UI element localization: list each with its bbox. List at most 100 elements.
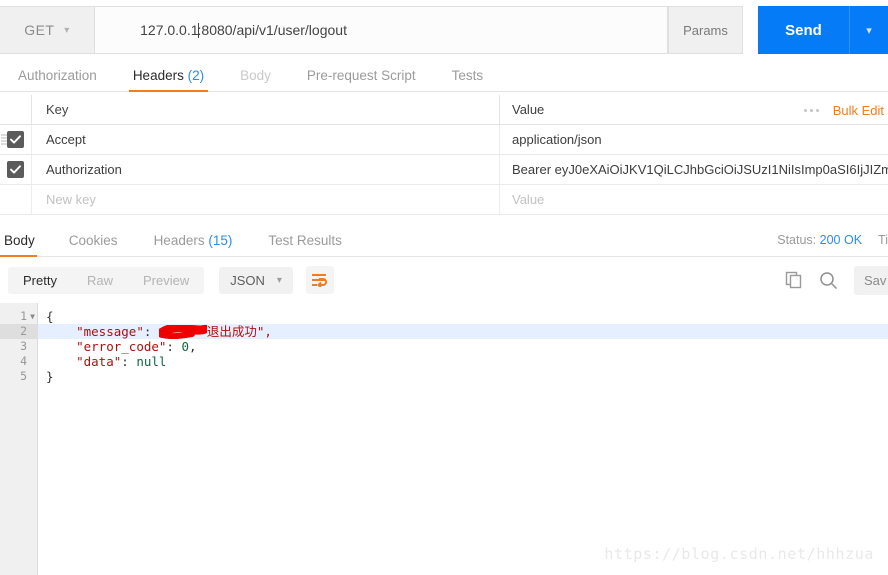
code-line: "message": 退出成功", <box>38 324 888 339</box>
response-body-toolbar: Pretty Raw Preview JSON ▾ Sav <box>0 258 888 302</box>
code-token: : <box>166 339 182 354</box>
postman-window: GET ▾ 127.0.0.1:8080/api/v1/user/logout … <box>0 0 888 575</box>
request-tab-tests[interactable]: Tests <box>434 67 502 92</box>
code-token: : <box>121 354 137 369</box>
request-tab-body[interactable]: Body <box>222 67 289 92</box>
code-token: "data" <box>76 354 122 369</box>
save-response-button[interactable]: Sav <box>854 265 888 295</box>
header-value-text: Bearer eyJ0eXAiOiJKV1QiLCJhbGciOiJSUzI1N… <box>512 162 888 177</box>
tab-count: (2) <box>183 67 205 83</box>
header-value-input[interactable]: application/json <box>500 125 888 154</box>
redaction-scribble-icon <box>158 325 207 339</box>
header-key-value: Authorization <box>46 162 122 177</box>
column-header-value-label: Value <box>512 102 545 117</box>
url-text-after-caret: :8080/api/v1/user/logout <box>197 22 347 38</box>
http-method-select[interactable]: GET ▾ <box>0 6 95 54</box>
response-tab-cookies[interactable]: Cookies <box>51 233 136 257</box>
params-button[interactable]: Params <box>668 6 743 54</box>
response-format-select[interactable]: JSON ▾ <box>219 266 293 294</box>
header-value-input[interactable]: Bearer eyJ0eXAiOiJKV1QiLCJhbGciOiJSUzI1N… <box>500 155 888 184</box>
request-tab-pre-request-script[interactable]: Pre-request Script <box>289 67 434 92</box>
url-text: 127.0.0.1:8080/api/v1/user/logout <box>109 6 347 54</box>
response-body-code[interactable]: { "message": 退出成功", "error_code": 0, "da… <box>38 303 888 575</box>
view-mode-raw[interactable]: Raw <box>72 267 128 294</box>
code-token: 退出成功", <box>206 324 272 339</box>
word-wrap-toggle-button[interactable] <box>305 266 334 294</box>
headers-table-actions: Bulk Edit <box>790 95 888 124</box>
code-token: null <box>136 354 167 369</box>
more-options-icon[interactable] <box>790 108 833 112</box>
response-body-viewer: 1 ▼ 2 3 4 5 { "message": 退出成功", "error_code":… <box>0 303 888 575</box>
header-checkbox-column <box>0 95 32 124</box>
row-enabled-checkbox[interactable] <box>7 131 24 148</box>
table-row: Authorization Bearer eyJ0eXAiOiJKV1QiLCJh… <box>0 155 888 185</box>
code-token: 0 <box>181 339 190 354</box>
new-row-checkbox-column <box>0 185 32 214</box>
fold-toggle-icon[interactable]: ▼ <box>30 309 35 324</box>
line-number: 5 <box>20 369 27 383</box>
column-header-value: Value Bulk Edit <box>500 95 888 124</box>
response-tab-headers[interactable]: Headers (15) <box>136 232 251 257</box>
code-line: "error_code": 0, <box>38 339 888 354</box>
watermark: https://blog.csdn.net/hhhzua <box>604 545 874 563</box>
check-icon <box>10 165 21 174</box>
headers-new-row: New key Value <box>0 185 888 215</box>
header-value-text: application/json <box>512 132 602 147</box>
copy-button[interactable] <box>785 271 803 289</box>
http-method-label: GET <box>24 22 55 38</box>
time-label-clipped: Ti <box>878 233 888 247</box>
header-key-input[interactable]: Accept <box>32 125 500 154</box>
new-value-input[interactable]: Value <box>500 185 888 214</box>
table-row: Accept application/json <box>0 125 888 155</box>
code-token: { <box>46 309 54 324</box>
url-input[interactable]: 127.0.0.1:8080/api/v1/user/logout <box>95 6 668 54</box>
row-checkbox-cell <box>0 155 32 184</box>
request-tab-authorization[interactable]: Authorization <box>0 68 115 92</box>
tab-label: Tests <box>451 67 484 83</box>
word-wrap-icon <box>311 274 327 287</box>
view-mode-preview[interactable]: Preview <box>128 267 204 294</box>
send-button-group: Send ▾ <box>758 6 888 54</box>
request-tab-headers[interactable]: Headers (2) <box>115 67 222 92</box>
code-token: } <box>46 369 54 384</box>
view-mode-segmented-control: Pretty Raw Preview <box>8 266 205 294</box>
chevron-down-icon: ▾ <box>64 24 70 36</box>
line-number-gutter: 1 ▼ 2 3 4 5 <box>0 303 38 575</box>
response-tab-test-results[interactable]: Test Results <box>250 232 360 257</box>
line-number: 2 <box>0 324 37 339</box>
response-tab-body[interactable]: Body <box>0 232 51 257</box>
send-options-chevron-down-icon[interactable]: ▾ <box>850 6 888 54</box>
header-key-value: Accept <box>46 132 86 147</box>
tab-label: Body <box>240 67 271 83</box>
column-header-key: Key <box>32 95 500 124</box>
view-mode-pretty[interactable]: Pretty <box>8 266 72 294</box>
code-token: , <box>189 339 197 354</box>
request-url-bar: GET ▾ 127.0.0.1:8080/api/v1/user/logout … <box>0 6 888 54</box>
tab-label: Test Results <box>268 232 342 248</box>
tab-label: Body <box>4 232 35 248</box>
response-tabs: Body Cookies Headers (15) Test Results Stat… <box>0 224 888 257</box>
tab-count: (15) <box>204 232 233 248</box>
new-key-input[interactable]: New key <box>32 185 500 214</box>
drag-handle-icon[interactable] <box>1 134 7 145</box>
headers-table-header-row: Key Value Bulk Edit <box>0 95 888 125</box>
redaction-mark <box>158 325 207 339</box>
response-toolbar-right: Sav <box>785 265 888 295</box>
new-key-placeholder: New key <box>46 192 96 207</box>
tab-label: Pre-request Script <box>306 67 416 83</box>
status-label: Status: <box>777 233 817 247</box>
code-line: "data": null <box>38 354 888 369</box>
row-enabled-checkbox[interactable] <box>7 161 24 178</box>
tab-label: Headers <box>132 67 184 83</box>
status-group: Status: 200 OK <box>777 233 862 247</box>
code-line: { <box>38 309 888 324</box>
line-number: 4 <box>20 354 27 368</box>
tab-label: Headers <box>153 232 205 248</box>
header-key-input[interactable]: Authorization <box>32 155 500 184</box>
search-button[interactable] <box>819 271 838 290</box>
send-button[interactable]: Send <box>758 6 850 54</box>
bulk-edit-button[interactable]: Bulk Edit <box>833 103 888 118</box>
